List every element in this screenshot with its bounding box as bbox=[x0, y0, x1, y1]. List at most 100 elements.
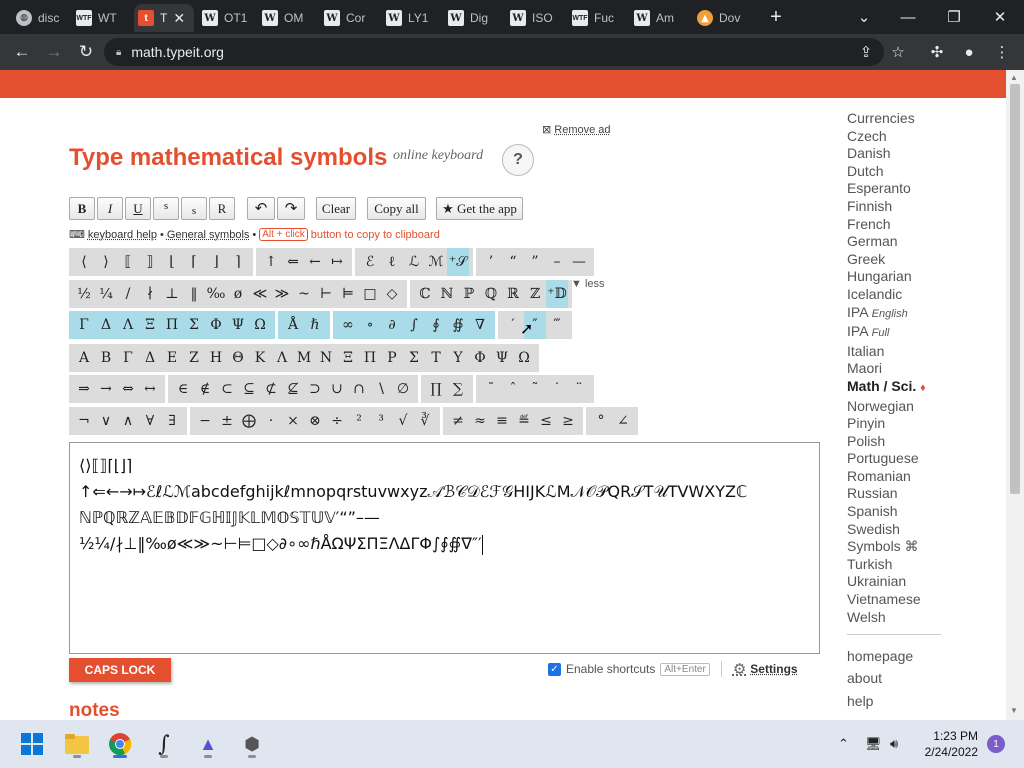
caps-lock-button[interactable]: CAPS LOCK bbox=[69, 658, 171, 682]
browser-tab[interactable]: t T ✕ bbox=[134, 4, 194, 32]
sidebar-item-greek[interactable]: Greek bbox=[847, 251, 947, 269]
settings-button[interactable]: ⚙ Settings bbox=[733, 660, 798, 678]
windows-start-icon[interactable] bbox=[16, 728, 48, 760]
tab-search-icon[interactable]: ⌄ bbox=[852, 0, 876, 34]
symbol-key[interactable]: Ε bbox=[161, 344, 183, 372]
symbol-key[interactable]: ℒ bbox=[403, 248, 425, 276]
sidebar-item-swedish[interactable]: Swedish bbox=[847, 521, 947, 539]
symbol-key[interactable]: ∖ bbox=[370, 375, 392, 403]
maximize-icon[interactable]: ❐ bbox=[942, 0, 966, 34]
sidebar-item-dutch[interactable]: Dutch bbox=[847, 163, 947, 181]
chrome-icon[interactable] bbox=[104, 728, 136, 760]
menu-icon[interactable]: ⋮ bbox=[992, 42, 1012, 62]
sidebar-item-german[interactable]: German bbox=[847, 233, 947, 251]
symbol-key[interactable]: Π bbox=[359, 344, 381, 372]
symbol-key[interactable]: ∑ bbox=[447, 375, 469, 403]
sidebar-item-italian[interactable]: Italian bbox=[847, 343, 947, 361]
sidebar-item-french[interactable]: French bbox=[847, 216, 947, 234]
sidebar-item-maori[interactable]: Maori bbox=[847, 360, 947, 378]
browser-tab[interactable]: W LY1 bbox=[382, 4, 440, 32]
symbol-key[interactable]: ⊂ bbox=[216, 375, 238, 403]
help-link[interactable]: help bbox=[847, 693, 873, 709]
symbol-key[interactable]: ˜ bbox=[524, 375, 546, 403]
browser-tab[interactable]: W Dig bbox=[444, 4, 502, 32]
reload-icon[interactable]: ↻ bbox=[74, 40, 98, 64]
symbol-key[interactable]: ” bbox=[524, 248, 546, 276]
symbol-key[interactable]: ⊥ bbox=[161, 280, 183, 308]
underline-button[interactable]: U bbox=[125, 197, 151, 220]
symbol-key[interactable]: ℰ bbox=[359, 248, 381, 276]
browser-tab[interactable]: W Cor bbox=[320, 4, 378, 32]
symbol-key[interactable]: ½ bbox=[73, 280, 95, 308]
symbol-key[interactable]: Σ bbox=[403, 344, 425, 372]
symbol-key[interactable]: ℚ bbox=[480, 280, 502, 308]
sidebar-item-hungarian[interactable]: Hungarian bbox=[847, 268, 947, 286]
roman-button[interactable]: R bbox=[209, 197, 235, 220]
symbol-key[interactable]: ⨁ bbox=[238, 407, 260, 435]
sidebar-item-turkish[interactable]: Turkish bbox=[847, 556, 947, 574]
browser-tab[interactable]: W Am bbox=[630, 4, 689, 32]
symbol-key[interactable]: Υ bbox=[447, 344, 469, 372]
volume-icon[interactable]: 🔊︎ bbox=[890, 720, 898, 768]
symbol-key[interactable]: ⁺𝒮 bbox=[447, 248, 469, 276]
symbol-key[interactable]: Σ bbox=[183, 311, 205, 339]
symbol-key[interactable]: Å bbox=[282, 311, 304, 339]
sidebar-item-math-sci[interactable]: Math / Sci. ♦ bbox=[847, 378, 947, 398]
symbol-key[interactable]: ≤ bbox=[535, 407, 557, 435]
close-window-icon[interactable]: ✕ bbox=[988, 0, 1012, 34]
symbol-key[interactable]: ∪ bbox=[326, 375, 348, 403]
symbol-key[interactable]: ∨ bbox=[95, 407, 117, 435]
symbol-key[interactable]: ⌉ bbox=[227, 248, 249, 276]
get-the-app-button[interactable]: ★ Get the app bbox=[436, 197, 523, 220]
symbol-key[interactable]: ∉ bbox=[194, 375, 216, 403]
sidebar-item-esperanto[interactable]: Esperanto bbox=[847, 180, 947, 198]
symbol-key[interactable]: ∩ bbox=[348, 375, 370, 403]
sidebar-item-portuguese[interactable]: Portuguese bbox=[847, 450, 947, 468]
symbol-key[interactable]: □ bbox=[359, 280, 381, 308]
symbol-key[interactable]: → bbox=[95, 375, 117, 403]
homepage-link[interactable]: homepage bbox=[847, 648, 913, 664]
symbol-key[interactable]: ∤ bbox=[139, 280, 161, 308]
symbol-key[interactable]: ∂ bbox=[381, 311, 403, 339]
sidebar-item-finnish[interactable]: Finnish bbox=[847, 198, 947, 216]
symbol-key[interactable]: Ζ bbox=[183, 344, 205, 372]
redo-button[interactable]: ↷ bbox=[277, 197, 305, 220]
symbol-key[interactable]: ¯ bbox=[480, 375, 502, 403]
sidebar-item-ukrainian[interactable]: Ukrainian bbox=[847, 573, 947, 591]
keyboard-help-link[interactable]: keyboard help bbox=[88, 229, 157, 241]
sketch-app-icon[interactable]: ▲ bbox=[192, 728, 224, 760]
symbol-key[interactable]: Ψ bbox=[227, 311, 249, 339]
symbol-key[interactable]: ⟦ bbox=[117, 248, 139, 276]
italic-button[interactable]: I bbox=[97, 197, 123, 220]
browser-tab[interactable]: WTF Fuc bbox=[568, 4, 626, 32]
symbol-key[interactable]: ≥ bbox=[557, 407, 579, 435]
symbol-key[interactable]: ⇔ bbox=[117, 375, 139, 403]
sidebar-item-currencies[interactable]: Currencies bbox=[847, 110, 947, 128]
browser-tab[interactable]: WTF WT bbox=[72, 4, 130, 32]
symbol-key[interactable]: ⌊ bbox=[161, 248, 183, 276]
symbol-key[interactable]: ◇ bbox=[381, 280, 403, 308]
symbol-key[interactable]: Ξ bbox=[139, 311, 161, 339]
symbol-key[interactable]: Λ bbox=[117, 311, 139, 339]
scroll-down-icon[interactable]: ▼ bbox=[1010, 706, 1018, 715]
less-toggle[interactable]: ▼ less bbox=[571, 278, 605, 290]
text-editor[interactable]: ⟨⟩⟦⟧⌈⌊⌋⌉ ↑⇐←→↦ℰℓℒℳabcdefghijkℓmnopqrstuvw… bbox=[69, 442, 820, 654]
undo-button[interactable]: ↶ bbox=[247, 197, 275, 220]
symbol-key[interactable]: ⊆ bbox=[238, 375, 260, 403]
show-hidden-icons[interactable]: ⌃ bbox=[838, 720, 849, 768]
symbol-key[interactable]: Ν bbox=[315, 344, 337, 372]
symbol-key[interactable]: ∠ bbox=[612, 407, 634, 435]
sidebar-item-spanish[interactable]: Spanish bbox=[847, 503, 947, 521]
symbol-key[interactable]: ² bbox=[348, 407, 370, 435]
symbol-key[interactable]: ~ bbox=[293, 280, 315, 308]
symbol-key[interactable]: ⊃ bbox=[304, 375, 326, 403]
symbol-key[interactable]: Ω bbox=[249, 311, 271, 339]
scroll-up-icon[interactable]: ▲ bbox=[1010, 73, 1018, 82]
symbol-key[interactable]: ∏ bbox=[425, 375, 447, 403]
symbol-key[interactable]: ↔ bbox=[139, 375, 161, 403]
profile-icon[interactable]: ● bbox=[959, 42, 979, 62]
symbol-key[interactable]: ⇒ bbox=[73, 375, 95, 403]
symbol-key[interactable]: ⁺𝔻 bbox=[546, 280, 568, 308]
page-scrollbar[interactable]: ▲ ▼ bbox=[1006, 70, 1024, 720]
symbol-key[interactable]: ↦ bbox=[326, 248, 348, 276]
